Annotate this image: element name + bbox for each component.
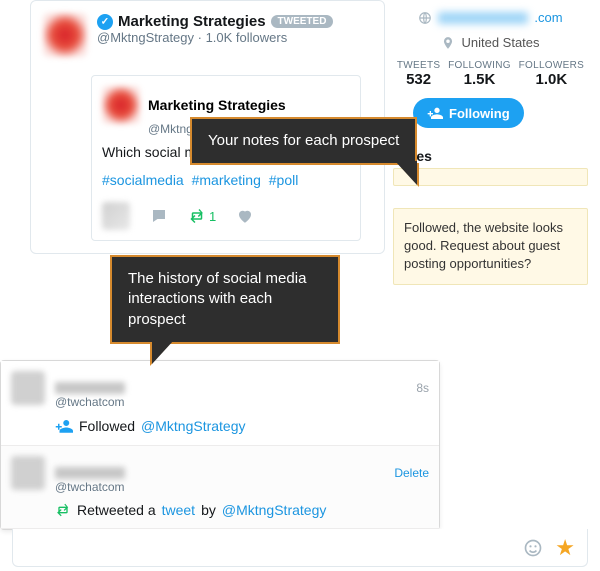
retweet-icon [55,502,71,518]
profile-name[interactable]: Marketing Strategies [118,13,266,30]
add-user-icon [427,105,443,121]
history-panel: 8s @twchatcom Followed @MktngStrategy De… [0,360,440,530]
verified-icon [97,14,113,30]
notes-header: Notes [393,148,588,164]
delete-link[interactable]: Delete [394,466,429,480]
hashtags: #socialmedia #marketing #poll [102,172,350,188]
tweet-link[interactable]: tweet [162,502,195,518]
tweet-author: Marketing Strategies [148,97,286,113]
website-blur [438,12,528,24]
profile-header: Marketing Strategies TWEETED @MktngStrat… [43,13,372,57]
user-name-blur [55,467,125,479]
location-icon [441,36,455,50]
mini-avatar [102,202,130,230]
mention-link[interactable]: @MktngStrategy [141,418,245,434]
retweet-count: 1 [209,209,216,224]
following-button[interactable]: Following [413,98,524,128]
mention-link[interactable]: @MktngStrategy [222,502,326,518]
stat-following[interactable]: FOLLOWING 1.5K [448,60,511,88]
notes-body[interactable]: Followed, the website looks good. Reques… [393,208,588,285]
website-suffix: .com [534,10,562,25]
retweet-button[interactable]: 1 [188,207,216,225]
callout-notes: Your notes for each prospect [190,117,417,165]
notes-input[interactable] [393,168,588,186]
star-icon[interactable]: ★ [555,535,575,561]
bottom-toolbar: ★ [12,529,588,567]
stat-followers[interactable]: FOLLOWERS 1.0K [519,60,585,88]
location-text: United States [461,35,539,50]
like-icon[interactable] [236,207,254,225]
user-handle[interactable]: @twchatcom [55,480,429,494]
hashtag-link[interactable]: #marketing [192,172,261,188]
avatar [11,371,45,405]
callout-history: The history of social media interactions… [110,255,340,344]
tweet-actions: 1 [102,202,350,230]
stat-tweets[interactable]: TWEETS 532 [397,60,440,88]
avatar [43,13,87,57]
user-name-blur [55,382,125,394]
follow-icon [55,417,73,435]
website-row[interactable]: .com [393,10,588,25]
history-item: 8s @twchatcom Followed @MktngStrategy [1,361,439,446]
history-item: Delete @twchatcom Retweeted a tweet by @… [1,446,439,529]
tweet-avatar [102,86,140,124]
hashtag-link[interactable]: #socialmedia [102,172,184,188]
history-action: Followed @MktngStrategy [55,417,429,435]
stats-row: TWEETS 532 FOLLOWING 1.5K FOLLOWERS 1.0K [393,60,588,88]
globe-icon [418,11,432,25]
profile-followers: 1.0K followers [206,30,288,45]
user-handle[interactable]: @twchatcom [55,395,429,409]
reply-icon[interactable] [150,207,168,225]
emoji-icon[interactable] [523,538,543,558]
timestamp: 8s [416,381,429,395]
profile-sidebar: .com United States TWEETS 532 FOLLOWING … [393,0,588,285]
avatar [11,456,45,490]
history-action: Retweeted a tweet by @MktngStrategy [55,502,429,518]
hashtag-link[interactable]: #poll [269,172,299,188]
profile-handle[interactable]: @MktngStrategy [97,30,194,45]
location-row: United States [393,35,588,50]
tweeted-badge: TWEETED [271,15,334,28]
